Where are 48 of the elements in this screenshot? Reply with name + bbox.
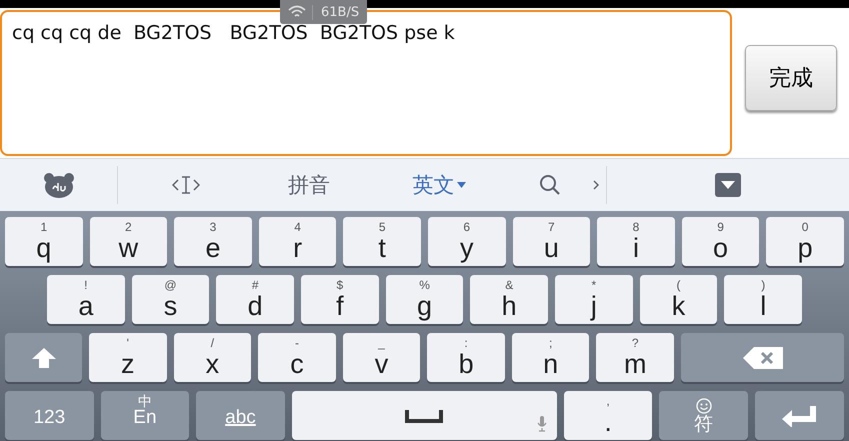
space-key[interactable] — [292, 391, 557, 440]
wifi-icon — [288, 5, 306, 19]
key[interactable]: * j — [555, 275, 633, 324]
key[interactable]: 4 r — [258, 217, 336, 266]
caret-icon — [456, 182, 466, 188]
chevron-right-icon — [593, 180, 599, 190]
key[interactable]: _ v — [342, 333, 420, 382]
hide-keyboard-icon — [715, 173, 741, 197]
smiley-icon — [696, 398, 712, 414]
key[interactable]: 3 e — [174, 217, 252, 266]
key[interactable]: & h — [470, 275, 548, 324]
key[interactable]: ) l — [724, 275, 802, 324]
input-mode-tab[interactable]: 拼音 — [288, 171, 330, 199]
key[interactable]: ' z — [89, 333, 167, 382]
key[interactable]: 1 q — [5, 217, 83, 266]
key[interactable]: 7 u — [512, 217, 590, 266]
shift-key[interactable] — [5, 333, 82, 382]
arrow-up-icon — [30, 346, 56, 368]
key[interactable]: - c — [258, 333, 336, 382]
key[interactable]: 8 i — [597, 217, 675, 266]
key[interactable]: / x — [174, 333, 252, 382]
key[interactable]: @ s — [132, 275, 210, 324]
key[interactable]: 5 t — [343, 217, 421, 266]
key[interactable]: ; n — [512, 333, 590, 382]
key[interactable]: % g — [386, 275, 464, 324]
network-speed: 61B/S — [312, 4, 360, 20]
key[interactable]: 6 y — [428, 217, 506, 266]
microphone-icon — [536, 416, 547, 432]
key[interactable]: ( k — [640, 275, 718, 324]
key[interactable]: 0 p — [766, 217, 844, 266]
key[interactable]: 9 o — [682, 217, 760, 266]
key[interactable]: # d — [216, 275, 294, 324]
input-mode-tab[interactable]: 英文 — [412, 171, 466, 199]
done-button[interactable]: 完成 — [745, 45, 837, 111]
key[interactable]: : b — [427, 333, 505, 382]
bear-logo-icon — [42, 172, 74, 198]
key[interactable]: , . — [564, 391, 652, 440]
key[interactable]: 2 w — [90, 217, 168, 266]
backspace-key[interactable] — [681, 333, 844, 382]
enter-icon — [781, 404, 818, 426]
space-icon — [405, 408, 444, 422]
cursor-icon — [172, 175, 200, 195]
search-icon — [539, 174, 561, 196]
key[interactable]: ! a — [47, 275, 125, 324]
enter-key[interactable] — [754, 391, 844, 440]
key[interactable]: $ f — [301, 275, 379, 324]
key[interactable]: ? m — [596, 333, 674, 382]
backspace-icon — [742, 346, 784, 370]
